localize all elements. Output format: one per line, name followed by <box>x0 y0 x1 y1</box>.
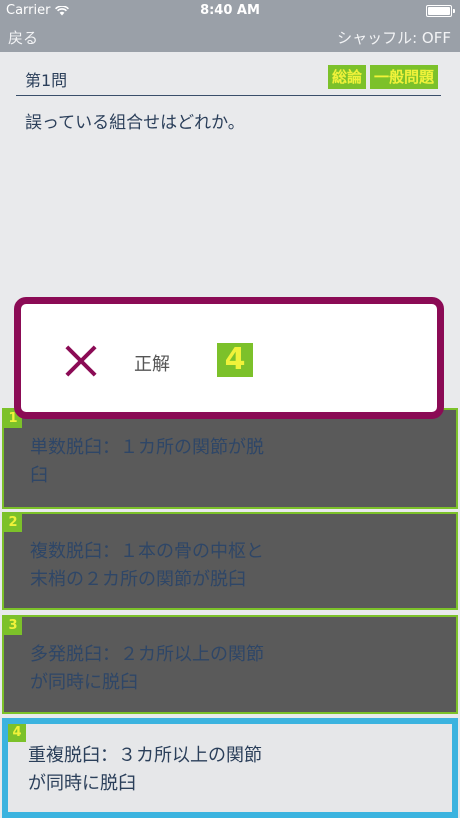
answer-text-line: 複数脱臼：１本の骨の中枢と <box>30 541 264 562</box>
answer-option-2[interactable]: 2 複数脱臼：１本の骨の中枢と 末梢の２カ所の関節が脱臼 <box>2 512 458 610</box>
answer-text-line: 臼 <box>30 465 48 486</box>
answer-text: 単数脱臼：１カ所の関節が脱 臼 <box>30 434 264 490</box>
battery-level <box>428 7 450 15</box>
answer-text-line: 末梢の２カ所の関節が脱臼 <box>30 569 246 590</box>
question-text: 誤っている組合せはどれか。 <box>25 113 245 133</box>
answer-option-3[interactable]: 3 多発脱臼：２カ所以上の関節 が同時に脱臼 <box>2 615 458 714</box>
answer-text: 複数脱臼：１本の骨の中枢と 末梢の２カ所の関節が脱臼 <box>30 538 264 594</box>
nav-bar: 戻る シャッフル: OFF <box>0 22 460 52</box>
status-bar: Carrier 8:40 AM <box>0 0 460 22</box>
cross-icon <box>64 344 98 378</box>
correct-answer-badge: 4 <box>217 343 253 377</box>
question-header: 第1問 総論 一般問題 <box>16 62 441 96</box>
answer-option-4[interactable]: 4 重複脱臼：３カ所以上の関節 が同時に脱臼 <box>2 718 458 818</box>
result-popup[interactable]: 正解 4 <box>14 297 444 419</box>
result-label: 正解 <box>134 354 170 375</box>
answer-text-line: が同時に脱臼 <box>30 672 138 693</box>
answer-text-line: 重複脱臼：３カ所以上の関節 <box>28 745 262 766</box>
tag-category: 総論 <box>327 65 366 89</box>
answer-text-line: 多発脱臼：２カ所以上の関節 <box>30 644 264 665</box>
back-button[interactable]: 戻る <box>8 27 38 48</box>
answer-number: 4 <box>8 724 26 742</box>
answer-number: 3 <box>4 617 22 635</box>
shuffle-toggle[interactable]: シャッフル: OFF <box>337 27 451 48</box>
answer-text: 重複脱臼：３カ所以上の関節 が同時に脱臼 <box>28 742 262 798</box>
battery-icon <box>426 5 455 17</box>
answer-option-1[interactable]: 1 単数脱臼：１カ所の関節が脱 臼 <box>2 408 458 509</box>
question-number: 第1問 <box>25 71 68 90</box>
answer-text: 多発脱臼：２カ所以上の関節 が同時に脱臼 <box>30 641 264 697</box>
answer-text-line: が同時に脱臼 <box>28 773 136 794</box>
question-tags: 総論 一般問題 <box>327 65 438 89</box>
answer-number: 2 <box>4 514 22 532</box>
tag-type: 一般問題 <box>369 65 438 89</box>
answer-text-line: 単数脱臼：１カ所の関節が脱 <box>30 437 264 458</box>
clock: 8:40 AM <box>200 3 260 18</box>
